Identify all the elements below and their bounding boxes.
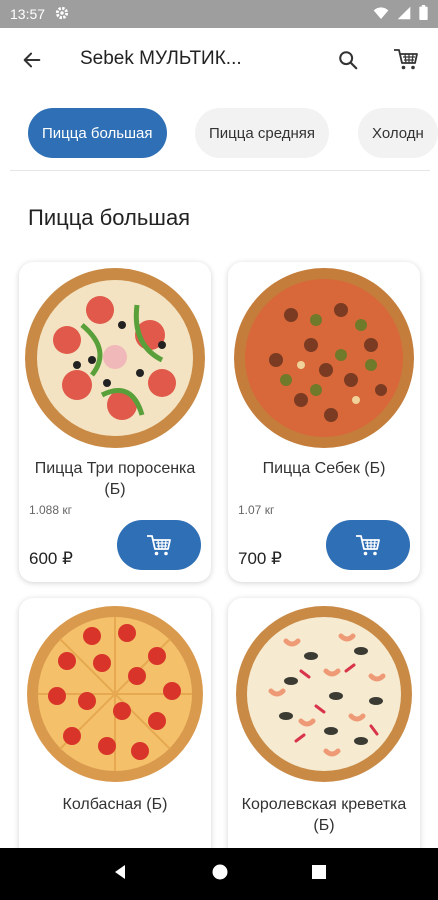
product-image [228, 262, 420, 454]
product-card[interactable]: Пицца Три поросенка (Б) 1.088 кг 600 ₽ [19, 262, 211, 582]
product-weight: 1.07 кг [238, 503, 275, 517]
tab-cold[interactable]: Холодн [358, 108, 438, 158]
section-title: Пицца большая [28, 205, 191, 230]
status-time: 13:57 [10, 6, 46, 22]
cart-button[interactable] [390, 43, 422, 75]
battery-icon [419, 5, 428, 23]
app-bar: Sebek МУЛЬТИК... [0, 28, 438, 90]
category-tabs: Пицца большая Пицца средняя Холодн [0, 108, 438, 160]
product-weight: 1.088 кг [29, 503, 72, 517]
product-image [19, 598, 211, 790]
search-button[interactable] [333, 45, 363, 75]
product-name: Королевская креветка (Б) [241, 796, 407, 834]
product-name: Колбасная (Б) [62, 796, 168, 813]
product-image [228, 598, 420, 790]
home-nav-button[interactable] [211, 863, 229, 886]
recents-nav-button[interactable] [311, 864, 327, 885]
back-nav-button[interactable] [111, 863, 129, 886]
divider [10, 170, 430, 171]
search-icon [339, 51, 358, 70]
settings-icon [55, 6, 69, 23]
tab-medium-pizza[interactable]: Пицца средняя [195, 108, 329, 158]
triangle-back-icon [115, 864, 125, 879]
cart-icon [356, 535, 380, 556]
wifi-icon [373, 6, 389, 23]
back-button[interactable] [18, 46, 46, 74]
cart-icon [394, 49, 418, 70]
product-image [19, 262, 211, 454]
arrow-left-icon [23, 52, 41, 68]
tab-large-pizza[interactable]: Пицца большая [28, 108, 167, 158]
add-to-cart-button[interactable] [326, 520, 410, 570]
page-title: Sebek МУЛЬТИК... [80, 48, 242, 69]
status-bar: 13:57 [0, 0, 438, 28]
add-to-cart-button[interactable] [117, 520, 201, 570]
product-name: Пицца Три поросенка (Б) [34, 460, 196, 498]
product-card[interactable]: Пицца Себек (Б) 1.07 кг 700 ₽ [228, 262, 420, 582]
product-price: 600 ₽ [29, 549, 73, 568]
product-name: Пицца Себек (Б) [262, 460, 386, 477]
cart-icon [147, 535, 171, 556]
product-price: 700 ₽ [238, 549, 282, 568]
circle-home-icon [212, 864, 228, 879]
signal-icon [397, 6, 411, 23]
system-nav-bar [0, 848, 438, 900]
square-recents-icon [312, 864, 326, 879]
